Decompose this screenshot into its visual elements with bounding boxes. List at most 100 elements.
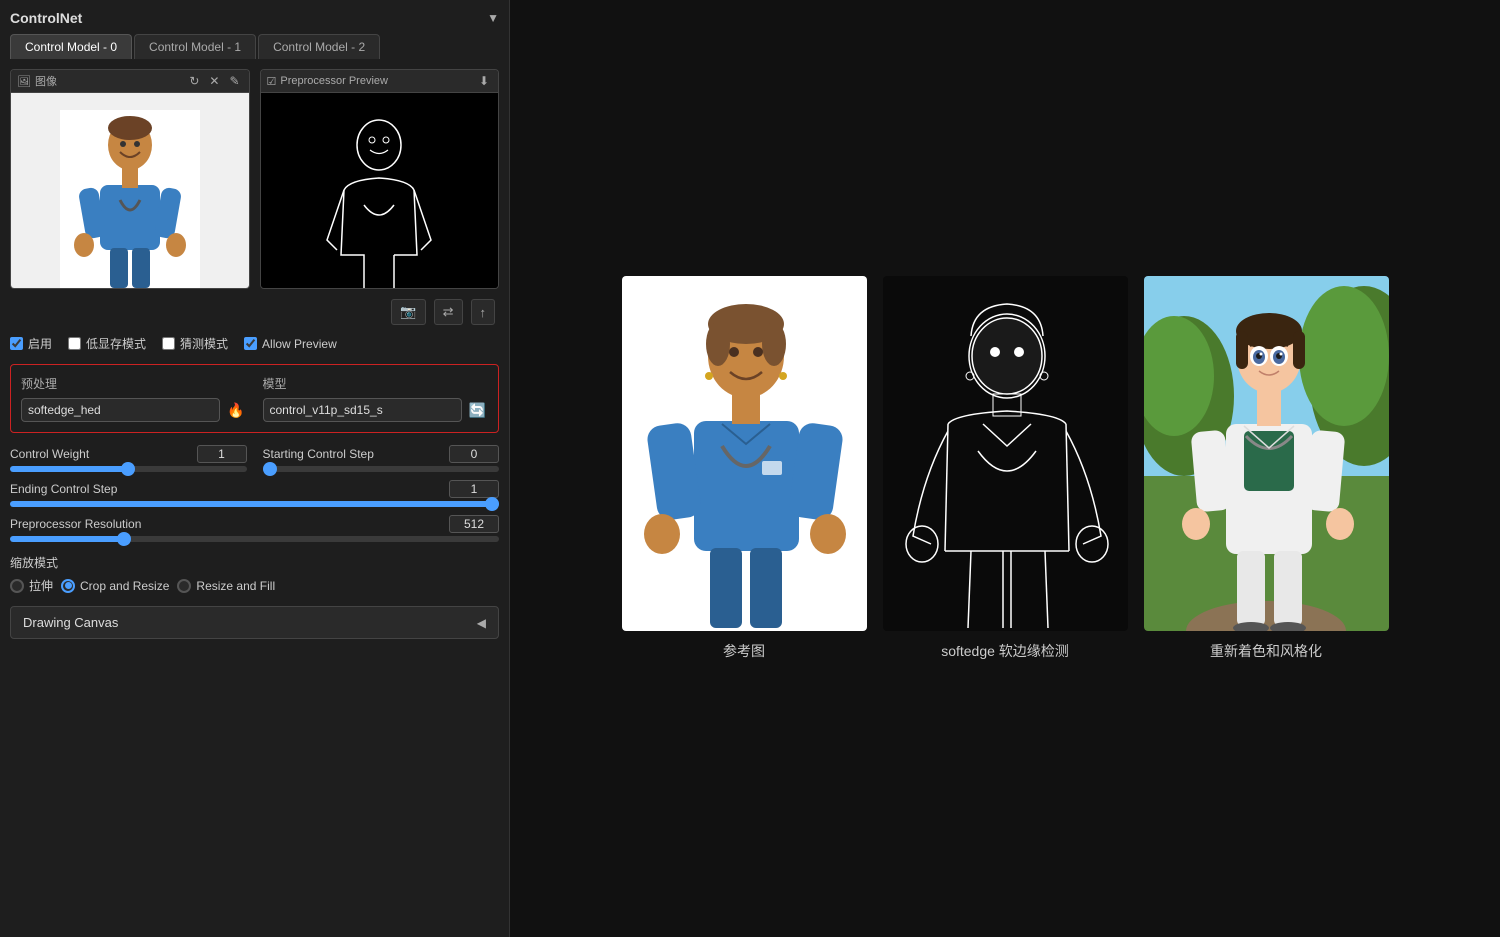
ending-step-slider[interactable] xyxy=(10,501,499,507)
left-panel: ControlNet ▼ Control Model - 0 Control M… xyxy=(0,0,510,937)
preview-download-button[interactable]: ⬇ xyxy=(476,73,492,89)
output-label-anime: 重新着色和风格化 xyxy=(1210,641,1322,661)
source-close-button[interactable]: ✕ xyxy=(206,73,222,89)
control-weight-slider-row: Control Weight 1 xyxy=(10,445,247,472)
allow-preview-checkbox-input[interactable] xyxy=(244,337,257,350)
nurse-photo-svg xyxy=(60,110,200,290)
preprocessor-fire-button[interactable]: 🔥 xyxy=(225,400,246,421)
scale-option-stretch[interactable]: 拉伸 xyxy=(10,577,53,594)
image-row: 🖼 图像 ↻ ✕ ✎ xyxy=(10,69,499,289)
image-icon: 🖼 xyxy=(17,75,31,88)
sliders-section: Control Weight 1 Starting Control Step 0… xyxy=(10,445,499,542)
model-select[interactable]: control_v11p_sd15_s control_v11p_sd15_ca… xyxy=(263,398,462,422)
enable-checkbox-input[interactable] xyxy=(10,337,23,350)
ending-step-label: Ending Control Step xyxy=(10,482,117,496)
control-weight-header: Control Weight 1 xyxy=(10,445,247,463)
scale-option-crop[interactable]: Crop and Resize xyxy=(61,577,169,594)
source-refresh-button[interactable]: ↻ xyxy=(186,73,202,89)
swap-button[interactable]: ⇄ xyxy=(434,299,463,325)
control-weight-label: Control Weight xyxy=(10,447,89,461)
source-image-header: 🖼 图像 ↻ ✕ ✎ xyxy=(11,70,249,93)
output-label-reference: 参考图 xyxy=(723,641,765,661)
scale-radio-crop[interactable] xyxy=(61,579,75,593)
starting-step-value[interactable]: 0 xyxy=(449,445,499,463)
preview-image-header: ☑ Preprocessor Preview ⬇ xyxy=(261,70,499,93)
starting-step-label: Starting Control Step xyxy=(263,447,374,461)
checkboxes-row: 启用 低显存模式 猜测模式 Allow Preview xyxy=(10,335,499,352)
output-img-edge xyxy=(883,276,1128,631)
output-item-edge: softedge 软边缘检测 xyxy=(883,276,1128,661)
output-item-anime: 重新着色和风格化 xyxy=(1144,276,1389,661)
preprocessor-select-row: softedge_hed canny depth normal openpose… xyxy=(21,398,247,422)
allow-preview-checkbox[interactable]: Allow Preview xyxy=(244,337,337,351)
model-refresh-button[interactable]: 🔄 xyxy=(467,400,488,421)
preproc-res-value[interactable]: 512 xyxy=(449,515,499,533)
preview-image-box: ☑ Preprocessor Preview ⬇ xyxy=(260,69,500,289)
starting-step-header: Starting Control Step 0 xyxy=(263,445,500,463)
source-image-label: 🖼 图像 xyxy=(17,73,57,89)
ending-step-header: Ending Control Step 1 xyxy=(10,480,499,498)
scale-radio-stretch[interactable] xyxy=(10,579,24,593)
output-images: 参考图 xyxy=(622,276,1389,661)
source-image-content[interactable] xyxy=(11,93,249,289)
ending-step-value[interactable]: 1 xyxy=(449,480,499,498)
scale-radio-crop-inner xyxy=(65,582,72,589)
starting-step-slider[interactable] xyxy=(263,466,500,472)
output-item-reference: 参考图 xyxy=(622,276,867,661)
model-col: 模型 control_v11p_sd15_s control_v11p_sd15… xyxy=(263,375,489,422)
panel-header: ControlNet ▼ xyxy=(10,10,499,26)
scale-radio-fill[interactable] xyxy=(177,579,191,593)
edge-svg xyxy=(883,276,1128,631)
preproc-res-slider-row: Preprocessor Resolution 512 xyxy=(10,515,499,542)
panel-title: ControlNet xyxy=(10,10,82,26)
starting-step-slider-row: Starting Control Step 0 xyxy=(263,445,500,472)
low-vram-checkbox[interactable]: 低显存模式 xyxy=(68,335,146,352)
anime-svg xyxy=(1144,276,1389,631)
panel-collapse-arrow[interactable]: ▼ xyxy=(487,11,499,25)
preprocessor-select[interactable]: softedge_hed canny depth normal openpose xyxy=(21,398,220,422)
edge-preview-svg xyxy=(309,110,449,290)
reference-svg xyxy=(622,276,867,631)
preview-image-label: ☑ Preprocessor Preview xyxy=(267,75,388,88)
control-weight-slider[interactable] xyxy=(10,466,247,472)
pm-row: 预处理 softedge_hed canny depth normal open… xyxy=(21,375,488,422)
control-weight-value[interactable]: 1 xyxy=(197,445,247,463)
tab-control-model-1[interactable]: Control Model - 1 xyxy=(134,34,256,59)
enable-checkbox[interactable]: 启用 xyxy=(10,335,52,352)
tab-control-model-0[interactable]: Control Model - 0 xyxy=(10,34,132,59)
guess-mode-checkbox[interactable]: 猜测模式 xyxy=(162,335,228,352)
tab-control-model-2[interactable]: Control Model - 2 xyxy=(258,34,380,59)
scale-options-row: 拉伸 Crop and Resize Resize and Fill xyxy=(10,577,499,594)
preview-checkbox-icon: ☑ xyxy=(267,75,277,88)
tabs-row: Control Model - 0 Control Model - 1 Cont… xyxy=(10,34,499,59)
output-img-anime xyxy=(1144,276,1389,631)
right-panel: 参考图 xyxy=(510,0,1500,937)
model-label: 模型 xyxy=(263,375,489,392)
guess-mode-checkbox-input[interactable] xyxy=(162,337,175,350)
output-label-edge: softedge 软边缘检测 xyxy=(941,641,1069,661)
controls-row: 📷 ⇄ ↑ xyxy=(10,299,499,325)
preview-image-content[interactable] xyxy=(261,93,499,289)
source-edit-button[interactable]: ✎ xyxy=(226,73,242,89)
source-image-actions: ↻ ✕ ✎ xyxy=(186,73,242,89)
ending-step-slider-row: Ending Control Step 1 xyxy=(10,480,499,507)
low-vram-checkbox-input[interactable] xyxy=(68,337,81,350)
drawing-canvas-arrow: ◀ xyxy=(477,616,486,630)
source-image-box: 🖼 图像 ↻ ✕ ✎ xyxy=(10,69,250,289)
drawing-canvas-row[interactable]: Drawing Canvas ◀ xyxy=(10,606,499,639)
preview-image-actions: ⬇ xyxy=(476,73,492,89)
preprocessor-col: 预处理 softedge_hed canny depth normal open… xyxy=(21,375,247,422)
drawing-canvas-label: Drawing Canvas xyxy=(23,615,118,630)
preprocessor-model-section: 预处理 softedge_hed canny depth normal open… xyxy=(10,364,499,433)
preproc-res-label: Preprocessor Resolution xyxy=(10,517,141,531)
camera-button[interactable]: 📷 xyxy=(391,299,425,325)
model-select-row: control_v11p_sd15_s control_v11p_sd15_ca… xyxy=(263,398,489,422)
two-col-sliders: Control Weight 1 Starting Control Step 0 xyxy=(10,445,499,472)
output-img-reference xyxy=(622,276,867,631)
scale-mode-section: 缩放模式 拉伸 Crop and Resize Resize and Fill xyxy=(10,554,499,594)
preprocessor-label: 预处理 xyxy=(21,375,247,392)
preproc-res-slider[interactable] xyxy=(10,536,499,542)
scale-option-fill[interactable]: Resize and Fill xyxy=(177,577,275,594)
up-button[interactable]: ↑ xyxy=(471,299,496,325)
preproc-res-header: Preprocessor Resolution 512 xyxy=(10,515,499,533)
